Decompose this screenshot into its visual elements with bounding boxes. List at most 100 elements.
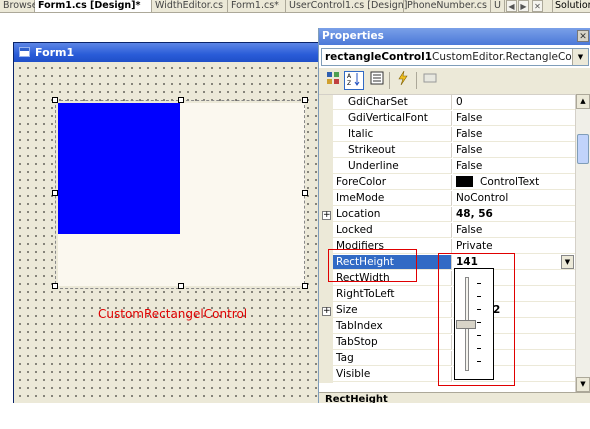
property-row-rectheight[interactable]: RectHeight 141 ▼ <box>319 255 575 271</box>
property-name: Size <box>333 303 452 318</box>
property-row[interactable]: GdiVerticalFont False <box>319 111 575 127</box>
tab-scroll-left-icon[interactable]: ◀ <box>506 0 517 12</box>
tab-truncated[interactable]: U <box>491 0 505 12</box>
properties-title: Properties <box>322 30 384 42</box>
property-value[interactable]: NoControl <box>453 191 575 206</box>
tab-form1-design[interactable]: Form1.cs [Design]* <box>35 0 152 12</box>
property-row[interactable]: ImeMode NoControl <box>319 191 575 207</box>
tab-form1-cs[interactable]: Form1.cs* <box>228 0 286 12</box>
row-gutter <box>319 127 333 143</box>
row-gutter <box>319 239 333 255</box>
property-row[interactable]: TabStop <box>319 335 575 351</box>
property-row[interactable]: TabIndex <box>319 319 575 335</box>
property-value[interactable]: Private <box>453 239 575 254</box>
property-name: TabIndex <box>333 319 452 334</box>
property-name: Italic <box>333 127 452 142</box>
properties-title-bar[interactable]: Properties <box>319 28 590 45</box>
property-value[interactable]: ControlText <box>453 175 575 190</box>
resize-grip-w[interactable] <box>52 190 58 196</box>
categorized-icon[interactable] <box>323 71 343 90</box>
tab-phonenumber[interactable]: PhoneNumber.cs <box>404 0 491 12</box>
resize-grip-e[interactable] <box>302 190 308 196</box>
property-row[interactable]: GdiCharSet 0 <box>319 95 575 111</box>
blank-margin <box>0 403 590 429</box>
property-name: Tag <box>333 351 452 366</box>
scroll-down-icon[interactable]: ▼ <box>576 377 590 392</box>
resize-grip-sw[interactable] <box>52 283 58 289</box>
properties-toolbar: AZ <box>319 68 590 95</box>
chevron-down-icon[interactable]: ▼ <box>561 255 574 269</box>
property-pages-icon[interactable] <box>367 71 387 90</box>
expand-icon[interactable]: + <box>322 307 331 316</box>
rectangle-control[interactable] <box>58 103 305 286</box>
property-name: Visible <box>333 367 452 382</box>
tab-close-icon[interactable]: ✕ <box>532 0 543 12</box>
property-row[interactable]: Underline False <box>319 159 575 175</box>
property-row[interactable]: Locked False <box>319 223 575 239</box>
property-value[interactable]: 48, 56 <box>453 207 575 222</box>
trackbar-tick <box>477 348 481 349</box>
resize-grip-nw[interactable] <box>52 97 58 103</box>
form-title: Form1 <box>35 46 75 59</box>
rectheight-trackbar-editor[interactable] <box>454 268 494 380</box>
events-icon[interactable] <box>393 70 413 90</box>
tab-scroll-right-icon[interactable]: ▶ <box>518 0 529 12</box>
property-row-rectwidth[interactable]: RectWidth <box>319 271 575 287</box>
property-row[interactable]: Tag <box>319 351 575 367</box>
resize-grip-s[interactable] <box>178 283 184 289</box>
row-gutter <box>319 319 333 335</box>
property-row[interactable]: Strikeout False <box>319 143 575 159</box>
property-value[interactable]: False <box>453 143 575 158</box>
property-value[interactable]: False <box>453 223 575 238</box>
resize-grip-se[interactable] <box>302 283 308 289</box>
property-grid-scrollbar[interactable]: ▲ ▼ <box>575 94 590 392</box>
property-name: Location <box>333 207 452 222</box>
property-name: RectHeight <box>333 255 452 270</box>
scroll-thumb[interactable] <box>577 134 589 164</box>
resize-grip-ne[interactable] <box>302 97 308 103</box>
property-row-forecolor[interactable]: ForeColor ControlText <box>319 175 575 191</box>
property-name: Locked <box>333 223 452 238</box>
tab-widtheditor[interactable]: WidthEditor.cs <box>152 0 228 12</box>
document-tab-strip: Browser Form1.cs [Design]* WidthEditor.c… <box>0 0 590 13</box>
form-icon <box>19 47 30 57</box>
rectangle-fill <box>58 103 180 234</box>
property-value[interactable]: False <box>453 111 575 126</box>
property-value[interactable]: False <box>453 159 575 174</box>
resize-grip-n[interactable] <box>178 97 184 103</box>
tab-browser[interactable]: Browser <box>0 0 42 12</box>
chevron-down-icon[interactable]: ▼ <box>572 49 588 65</box>
scroll-up-icon[interactable]: ▲ <box>576 94 590 109</box>
property-row-location[interactable]: + Location 48, 56 <box>319 207 575 223</box>
property-name: ImeMode <box>333 191 452 206</box>
row-gutter <box>319 271 333 287</box>
close-icon[interactable]: ✕ <box>577 30 589 42</box>
row-gutter <box>319 351 333 367</box>
svg-text:A: A <box>347 73 352 80</box>
expand-icon[interactable]: + <box>322 211 331 220</box>
blank-icon[interactable] <box>420 71 440 90</box>
object-type: CustomEditor.RectangleControl <box>432 51 589 63</box>
control-caption: CustomRectangelControl <box>98 307 248 321</box>
form-title-bar[interactable]: Form1 <box>14 43 318 62</box>
row-gutter <box>319 287 333 303</box>
property-value[interactable]: 0 <box>453 95 575 110</box>
object-selector[interactable]: rectangleControl1 CustomEditor.Rectangle… <box>321 48 589 66</box>
color-swatch <box>456 176 473 187</box>
property-row[interactable]: RightToLeft <box>319 287 575 303</box>
tab-usercontrol1-design[interactable]: UserControl1.cs [Design] <box>286 0 407 12</box>
property-row-size[interactable]: + Size 2 <box>319 303 575 319</box>
row-gutter: + <box>319 207 333 223</box>
property-row[interactable]: Modifiers Private <box>319 239 575 255</box>
property-row[interactable]: Italic False <box>319 127 575 143</box>
alphabetical-icon[interactable]: AZ <box>344 71 364 90</box>
trackbar-tick <box>477 296 481 297</box>
property-value[interactable]: False <box>453 127 575 142</box>
property-row[interactable]: Visible <box>319 367 575 383</box>
property-value-text: 141 <box>456 256 478 268</box>
trackbar-thumb[interactable] <box>456 320 476 329</box>
row-gutter <box>319 111 333 127</box>
property-name: RectWidth <box>333 271 452 286</box>
property-name: GdiVerticalFont <box>333 111 452 126</box>
tab-solution-explorer[interactable]: Solution <box>552 0 590 12</box>
